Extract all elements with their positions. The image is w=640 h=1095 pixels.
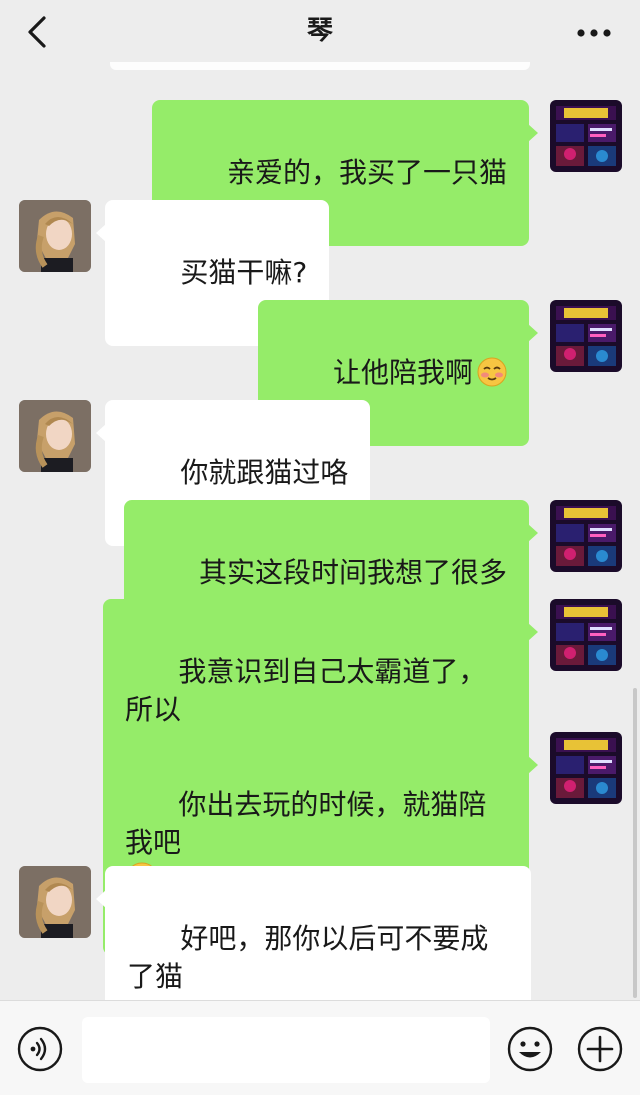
scrollbar[interactable]	[633, 688, 637, 998]
my-avatar[interactable]	[550, 500, 622, 572]
voice-icon[interactable]	[16, 1025, 64, 1073]
message-text: 让他陪我啊	[332, 356, 473, 389]
message-input[interactable]	[82, 1017, 490, 1083]
contact-avatar[interactable]	[19, 200, 91, 272]
more-dots-icon[interactable]	[576, 28, 612, 38]
plus-circle-icon[interactable]	[576, 1025, 624, 1073]
message-text: 买猫干嘛?	[180, 256, 308, 289]
message-text: 亲爱的，我买了一只猫	[226, 156, 507, 189]
message-list[interactable]: 亲爱的，我买了一只猫 买猫干嘛? 让他陪我啊 你就跟猫过咯 其实这段时间我想了很…	[0, 64, 640, 1088]
message-text: 你就跟猫过咯	[180, 456, 349, 489]
smiley-icon[interactable]	[506, 1025, 554, 1073]
my-avatar[interactable]	[550, 300, 622, 372]
input-bar	[0, 1000, 640, 1095]
my-avatar[interactable]	[550, 732, 622, 804]
message-text: 其实这段时间我想了很多	[198, 556, 507, 589]
contact-avatar[interactable]	[19, 400, 91, 472]
chat-title: 琴	[306, 16, 333, 46]
message-text: 你出去玩的时候，就猫陪我吧	[125, 788, 487, 859]
my-avatar[interactable]	[550, 599, 622, 671]
my-avatar[interactable]	[550, 100, 622, 172]
contact-avatar[interactable]	[19, 866, 91, 938]
chat-header: 琴	[0, 0, 640, 64]
shy-smile-emoji-icon	[477, 357, 507, 387]
